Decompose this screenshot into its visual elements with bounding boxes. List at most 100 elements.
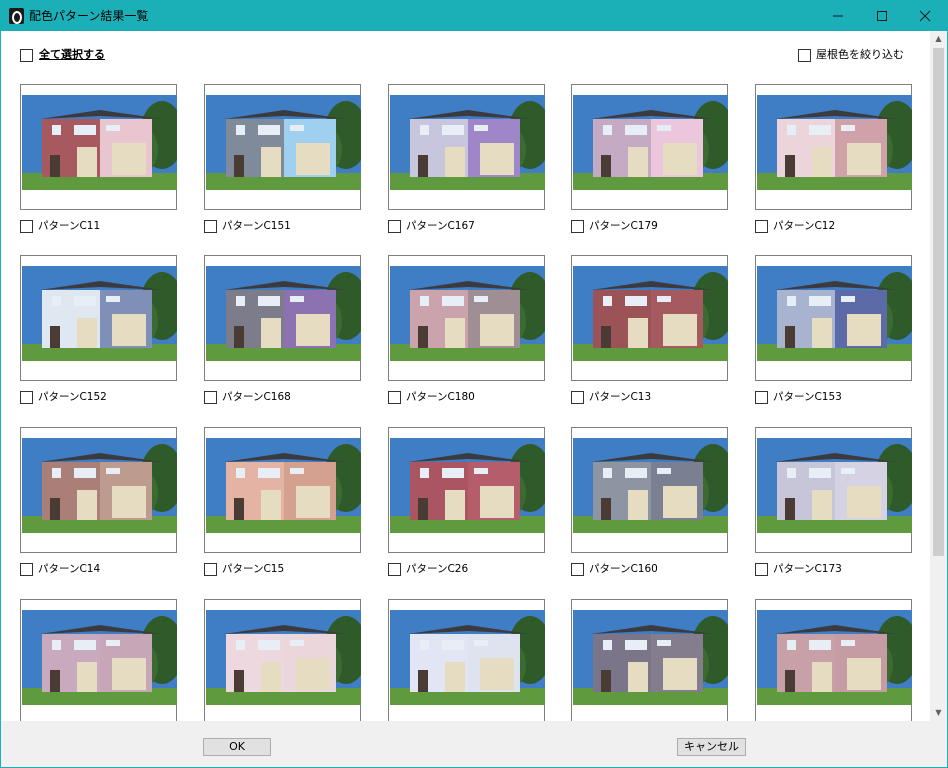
scroll-up-arrow-icon[interactable]: ▲ [930,31,947,47]
pattern-results-window: 配色パターン結果一覧 全て選択する 屋根色を絞り込む パターンC11 パターンC1… [0,0,948,768]
house-color-preview[interactable] [755,427,912,553]
pattern-label[interactable]: パターンC167 [406,219,475,233]
house-image [22,95,177,190]
pattern-checkbox[interactable] [388,562,401,576]
pattern-checkbox[interactable] [388,219,401,233]
house-color-preview[interactable] [755,84,912,210]
house-color-preview[interactable] [204,84,361,210]
house-color-preview[interactable] [388,599,545,725]
minimize-button[interactable] [815,1,861,31]
pattern-checkbox[interactable] [204,562,217,576]
pattern-option[interactable]: パターンC153 [755,389,842,405]
house-color-preview[interactable] [204,255,361,381]
title-bar[interactable]: 配色パターン結果一覧 [1,1,947,31]
pattern-option[interactable]: パターンC167 [388,218,475,234]
pattern-option[interactable]: パターンC11 [20,218,100,234]
roof-filter-checkbox[interactable] [798,48,811,62]
house-image [390,438,545,533]
pattern-option[interactable]: パターンC26 [388,561,468,577]
pattern-label[interactable]: パターンC180 [406,390,475,404]
close-button[interactable] [902,1,948,31]
pattern-checkbox[interactable] [388,390,401,404]
house-color-preview[interactable] [20,599,177,725]
house-image [573,438,728,533]
pattern-checkbox[interactable] [204,390,217,404]
house-color-preview[interactable] [204,599,361,725]
house-color-preview[interactable] [755,255,912,381]
minimize-icon [833,15,843,17]
select-all-option[interactable]: 全て選択する [20,47,105,63]
house-image [757,95,912,190]
dialog-footer: OK キャンセル [1,721,947,767]
pattern-label[interactable]: パターンC11 [38,219,100,233]
pattern-label[interactable]: パターンC13 [589,390,651,404]
pattern-label[interactable]: パターンC153 [773,390,842,404]
pattern-checkbox[interactable] [571,219,584,233]
house-color-preview[interactable] [388,84,545,210]
pattern-checkbox[interactable] [20,562,33,576]
pattern-checkbox[interactable] [20,219,33,233]
pattern-option[interactable]: パターンC15 [204,561,284,577]
pattern-label[interactable]: パターンC26 [406,562,468,576]
pattern-label[interactable]: パターンC168 [222,390,291,404]
maximize-button[interactable] [859,1,905,31]
pattern-checkbox[interactable] [571,562,584,576]
house-image [757,610,912,705]
house-image [206,610,361,705]
house-image [573,266,728,361]
house-image [22,610,177,705]
pattern-label[interactable]: パターンC151 [222,219,291,233]
pattern-checkbox[interactable] [204,219,217,233]
scroll-down-arrow-icon[interactable]: ▼ [930,705,947,721]
select-all-checkbox[interactable] [20,48,33,62]
select-all-label[interactable]: 全て選択する [39,48,105,62]
pattern-checkbox[interactable] [755,562,768,576]
pattern-option[interactable]: パターンC173 [755,561,842,577]
window-title: 配色パターン結果一覧 [29,9,149,23]
house-color-preview[interactable] [20,84,177,210]
vertical-scrollbar[interactable]: ▲ ▼ [930,31,947,721]
house-color-preview[interactable] [571,427,728,553]
roof-filter-label[interactable]: 屋根色を絞り込む [816,48,904,62]
house-color-preview[interactable] [571,84,728,210]
house-color-preview[interactable] [388,427,545,553]
pattern-label[interactable]: パターンC12 [773,219,835,233]
app-logo-icon [9,8,24,24]
house-image [206,95,361,190]
pattern-label[interactable]: パターンC179 [589,219,658,233]
pattern-option[interactable]: パターンC180 [388,389,475,405]
pattern-option[interactable]: パターンC14 [20,561,100,577]
cancel-button[interactable]: キャンセル [677,738,746,756]
house-image [757,266,912,361]
pattern-checkbox[interactable] [571,390,584,404]
house-color-preview[interactable] [755,599,912,725]
pattern-label[interactable]: パターンC173 [773,562,842,576]
pattern-label[interactable]: パターンC15 [222,562,284,576]
house-color-preview[interactable] [571,599,728,725]
pattern-label[interactable]: パターンC14 [38,562,100,576]
ok-button[interactable]: OK [203,738,271,756]
roof-filter-option[interactable]: 屋根色を絞り込む [798,47,904,63]
pattern-option[interactable]: パターンC151 [204,218,291,234]
house-color-preview[interactable] [20,255,177,381]
house-image [206,438,361,533]
house-color-preview[interactable] [204,427,361,553]
pattern-checkbox[interactable] [755,219,768,233]
pattern-checkbox[interactable] [20,390,33,404]
pattern-option[interactable]: パターンC179 [571,218,658,234]
house-image [390,610,545,705]
pattern-option[interactable]: パターンC168 [204,389,291,405]
pattern-option[interactable]: パターンC152 [20,389,107,405]
scrollbar-thumb[interactable] [933,48,944,556]
pattern-option[interactable]: パターンC160 [571,561,658,577]
pattern-label[interactable]: パターンC152 [38,390,107,404]
pattern-option[interactable]: パターンC13 [571,389,651,405]
house-color-preview[interactable] [388,255,545,381]
pattern-label[interactable]: パターンC160 [589,562,658,576]
house-image [22,438,177,533]
house-color-preview[interactable] [20,427,177,553]
house-image [757,438,912,533]
pattern-option[interactable]: パターンC12 [755,218,835,234]
house-color-preview[interactable] [571,255,728,381]
pattern-checkbox[interactable] [755,390,768,404]
